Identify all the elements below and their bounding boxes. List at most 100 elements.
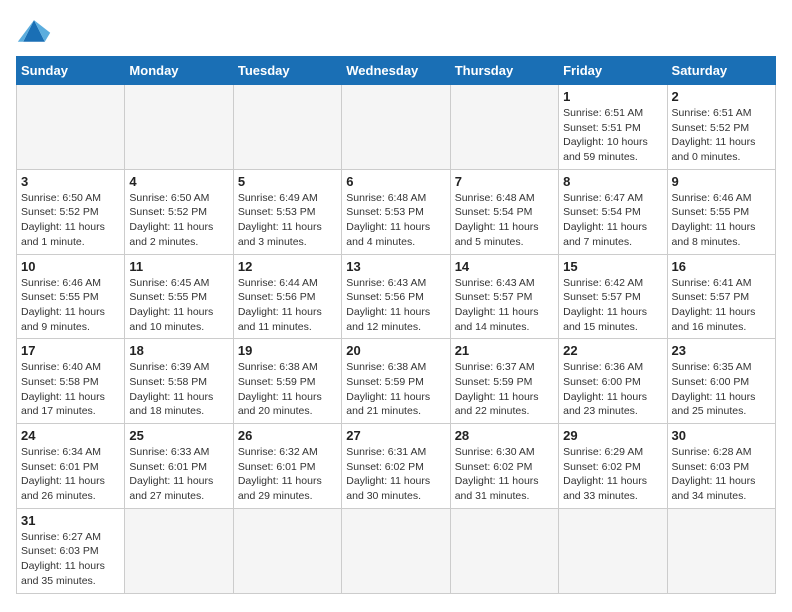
calendar-header: SundayMondayTuesdayWednesdayThursdayFrid… (17, 57, 776, 85)
day-number: 20 (346, 343, 445, 358)
day-number: 22 (563, 343, 662, 358)
calendar-week-row: 31Sunrise: 6:27 AM Sunset: 6:03 PM Dayli… (17, 508, 776, 593)
day-detail: Sunrise: 6:31 AM Sunset: 6:02 PM Dayligh… (346, 445, 445, 504)
calendar-cell (342, 508, 450, 593)
day-number: 27 (346, 428, 445, 443)
day-number: 23 (672, 343, 771, 358)
day-detail: Sunrise: 6:38 AM Sunset: 5:59 PM Dayligh… (346, 360, 445, 419)
day-detail: Sunrise: 6:49 AM Sunset: 5:53 PM Dayligh… (238, 191, 337, 250)
day-of-week-header: Monday (125, 57, 233, 85)
calendar-week-row: 24 Sunrise: 6:34 AM Sunset: 6:01 PM Dayli… (17, 424, 776, 509)
logo (16, 16, 58, 44)
day-number: 29 (563, 428, 662, 443)
day-detail: Sunrise: 6:27 AM Sunset: 6:03 PM Dayligh… (21, 530, 120, 589)
day-detail: Sunrise: 6:46 AM Sunset: 5:55 PM Dayligh… (21, 276, 120, 335)
day-number: 11 (129, 259, 228, 274)
day-number: 30 (672, 428, 771, 443)
day-of-week-header: Wednesday (342, 57, 450, 85)
day-detail: Sunrise: 6:47 AM Sunset: 5:54 PM Dayligh… (563, 191, 662, 250)
calendar-cell: 3 Sunrise: 6:50 AM Sunset: 5:52 PM Daylig… (17, 169, 125, 254)
day-of-week-header: Thursday (450, 57, 558, 85)
day-detail: Sunrise: 6:45 AM Sunset: 5:55 PM Dayligh… (129, 276, 228, 335)
day-detail: Sunrise: 6:42 AM Sunset: 5:57 PM Dayligh… (563, 276, 662, 335)
day-number: 5 (238, 174, 337, 189)
calendar-cell: 2Sunrise: 6:51 AM Sunset: 5:52 PM Daylig… (667, 85, 775, 170)
calendar-cell: 4 Sunrise: 6:50 AM Sunset: 5:52 PM Daylig… (125, 169, 233, 254)
calendar-cell: 9 Sunrise: 6:46 AM Sunset: 5:55 PM Daylig… (667, 169, 775, 254)
day-number: 16 (672, 259, 771, 274)
calendar-cell: 8 Sunrise: 6:47 AM Sunset: 5:54 PM Daylig… (559, 169, 667, 254)
calendar-cell (342, 85, 450, 170)
day-number: 6 (346, 174, 445, 189)
day-number: 28 (455, 428, 554, 443)
calendar-cell (125, 508, 233, 593)
day-number: 25 (129, 428, 228, 443)
logo-icon (16, 16, 52, 44)
day-number: 18 (129, 343, 228, 358)
day-of-week-header: Sunday (17, 57, 125, 85)
day-detail: Sunrise: 6:48 AM Sunset: 5:53 PM Dayligh… (346, 191, 445, 250)
day-detail: Sunrise: 6:34 AM Sunset: 6:01 PM Dayligh… (21, 445, 120, 504)
calendar-cell: 25 Sunrise: 6:33 AM Sunset: 6:01 PM Dayli… (125, 424, 233, 509)
calendar-cell: 22 Sunrise: 6:36 AM Sunset: 6:00 PM Dayli… (559, 339, 667, 424)
page-header (16, 16, 776, 44)
calendar-cell (233, 85, 341, 170)
day-of-week-header: Friday (559, 57, 667, 85)
calendar-cell: 5 Sunrise: 6:49 AM Sunset: 5:53 PM Daylig… (233, 169, 341, 254)
day-detail: Sunrise: 6:50 AM Sunset: 5:52 PM Dayligh… (21, 191, 120, 250)
calendar-cell: 10 Sunrise: 6:46 AM Sunset: 5:55 PM Dayli… (17, 254, 125, 339)
day-detail: Sunrise: 6:38 AM Sunset: 5:59 PM Dayligh… (238, 360, 337, 419)
calendar-week-row: 10 Sunrise: 6:46 AM Sunset: 5:55 PM Dayli… (17, 254, 776, 339)
day-detail: Sunrise: 6:41 AM Sunset: 5:57 PM Dayligh… (672, 276, 771, 335)
calendar-cell: 26Sunrise: 6:32 AM Sunset: 6:01 PM Dayli… (233, 424, 341, 509)
calendar-cell: 15Sunrise: 6:42 AM Sunset: 5:57 PM Dayli… (559, 254, 667, 339)
day-detail: Sunrise: 6:51 AM Sunset: 5:51 PM Dayligh… (563, 106, 662, 165)
day-number: 3 (21, 174, 120, 189)
calendar-cell: 13Sunrise: 6:43 AM Sunset: 5:56 PM Dayli… (342, 254, 450, 339)
calendar-cell: 23Sunrise: 6:35 AM Sunset: 6:00 PM Dayli… (667, 339, 775, 424)
calendar-cell: 17Sunrise: 6:40 AM Sunset: 5:58 PM Dayli… (17, 339, 125, 424)
day-number: 24 (21, 428, 120, 443)
day-of-week-header: Tuesday (233, 57, 341, 85)
day-detail: Sunrise: 6:48 AM Sunset: 5:54 PM Dayligh… (455, 191, 554, 250)
day-number: 19 (238, 343, 337, 358)
calendar-cell: 29 Sunrise: 6:29 AM Sunset: 6:02 PM Dayli… (559, 424, 667, 509)
calendar-cell (125, 85, 233, 170)
calendar-cell: 11 Sunrise: 6:45 AM Sunset: 5:55 PM Dayli… (125, 254, 233, 339)
day-number: 1 (563, 89, 662, 104)
day-detail: Sunrise: 6:44 AM Sunset: 5:56 PM Dayligh… (238, 276, 337, 335)
calendar-cell (450, 85, 558, 170)
day-detail: Sunrise: 6:50 AM Sunset: 5:52 PM Dayligh… (129, 191, 228, 250)
calendar-body: 1 Sunrise: 6:51 AM Sunset: 5:51 PM Daylig… (17, 85, 776, 594)
calendar-cell: 27 Sunrise: 6:31 AM Sunset: 6:02 PM Dayli… (342, 424, 450, 509)
day-number: 10 (21, 259, 120, 274)
day-number: 8 (563, 174, 662, 189)
calendar-cell (450, 508, 558, 593)
day-detail: Sunrise: 6:32 AM Sunset: 6:01 PM Dayligh… (238, 445, 337, 504)
calendar-cell (233, 508, 341, 593)
day-detail: Sunrise: 6:29 AM Sunset: 6:02 PM Dayligh… (563, 445, 662, 504)
day-number: 2 (672, 89, 771, 104)
calendar-cell: 30 Sunrise: 6:28 AM Sunset: 6:03 PM Dayli… (667, 424, 775, 509)
day-detail: Sunrise: 6:40 AM Sunset: 5:58 PM Dayligh… (21, 360, 120, 419)
day-number: 21 (455, 343, 554, 358)
calendar-cell: 7Sunrise: 6:48 AM Sunset: 5:54 PM Daylig… (450, 169, 558, 254)
calendar-cell: 20 Sunrise: 6:38 AM Sunset: 5:59 PM Dayli… (342, 339, 450, 424)
header-row: SundayMondayTuesdayWednesdayThursdayFrid… (17, 57, 776, 85)
calendar-cell (667, 508, 775, 593)
calendar-cell: 12Sunrise: 6:44 AM Sunset: 5:56 PM Dayli… (233, 254, 341, 339)
day-number: 9 (672, 174, 771, 189)
calendar-cell: 14 Sunrise: 6:43 AM Sunset: 5:57 PM Dayli… (450, 254, 558, 339)
day-detail: Sunrise: 6:28 AM Sunset: 6:03 PM Dayligh… (672, 445, 771, 504)
day-detail: Sunrise: 6:33 AM Sunset: 6:01 PM Dayligh… (129, 445, 228, 504)
day-detail: Sunrise: 6:36 AM Sunset: 6:00 PM Dayligh… (563, 360, 662, 419)
day-number: 4 (129, 174, 228, 189)
calendar-cell: 24 Sunrise: 6:34 AM Sunset: 6:01 PM Dayli… (17, 424, 125, 509)
calendar-cell: 28Sunrise: 6:30 AM Sunset: 6:02 PM Dayli… (450, 424, 558, 509)
day-detail: Sunrise: 6:43 AM Sunset: 5:57 PM Dayligh… (455, 276, 554, 335)
day-number: 13 (346, 259, 445, 274)
day-number: 14 (455, 259, 554, 274)
calendar-cell: 19 Sunrise: 6:38 AM Sunset: 5:59 PM Dayli… (233, 339, 341, 424)
calendar-week-row: 17Sunrise: 6:40 AM Sunset: 5:58 PM Dayli… (17, 339, 776, 424)
day-detail: Sunrise: 6:46 AM Sunset: 5:55 PM Dayligh… (672, 191, 771, 250)
